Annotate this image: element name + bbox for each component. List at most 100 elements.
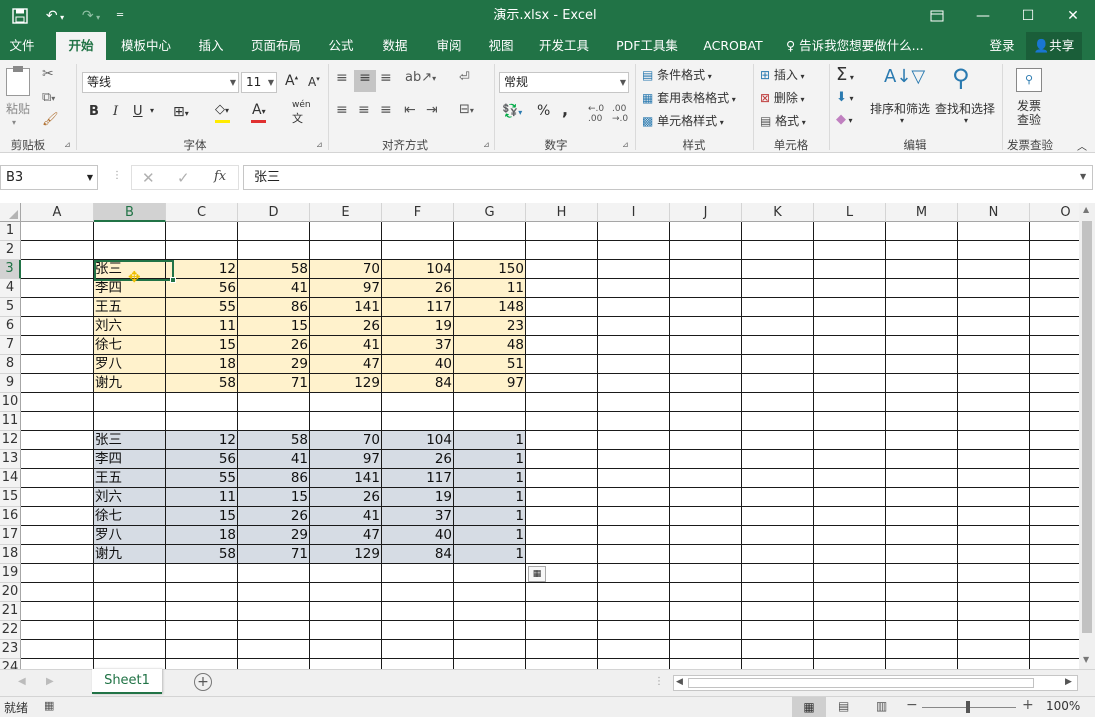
wrap-text-icon[interactable]: ⏎ [459, 70, 470, 85]
row-header-1[interactable]: 1 [0, 222, 21, 241]
cell-a23[interactable] [21, 640, 94, 659]
paste-icon[interactable] [6, 66, 30, 96]
cell-f23[interactable] [382, 640, 454, 659]
formula-input[interactable]: 张三 [243, 165, 1093, 190]
cell-b18[interactable]: 谢九 [94, 545, 166, 564]
cell-a18[interactable] [21, 545, 94, 564]
cell-c15[interactable]: 11 [166, 488, 238, 507]
align-center-icon[interactable]: ≡ [358, 102, 370, 118]
cell-l24[interactable] [814, 659, 886, 669]
invoice-check-button[interactable]: 发票 查验 [1017, 99, 1041, 127]
cell-f15[interactable]: 19 [382, 488, 454, 507]
cell-l12[interactable] [814, 431, 886, 450]
normal-view-icon[interactable]: ▦ [792, 697, 826, 717]
cell-b11[interactable] [94, 412, 166, 431]
row-header-23[interactable]: 23 [0, 640, 21, 659]
currency-icon[interactable]: 💱▾ [502, 104, 522, 119]
cell-b10[interactable] [94, 393, 166, 412]
format-as-table-button[interactable]: ▦ 套用表格格式 ▾ [642, 89, 736, 106]
cell-m19[interactable] [886, 564, 958, 583]
cell-k8[interactable] [742, 355, 814, 374]
cell-c9[interactable]: 58 [166, 374, 238, 393]
cell-h22[interactable] [526, 621, 598, 640]
cell-h15[interactable] [526, 488, 598, 507]
cell-m23[interactable] [886, 640, 958, 659]
cell-h12[interactable] [526, 431, 598, 450]
cell-n7[interactable] [958, 336, 1030, 355]
cell-d8[interactable]: 29 [238, 355, 310, 374]
cell-m13[interactable] [886, 450, 958, 469]
vertical-scrollbar[interactable]: ▲ ▼ [1079, 203, 1095, 669]
cell-i15[interactable] [598, 488, 670, 507]
cell-m18[interactable] [886, 545, 958, 564]
cell-m22[interactable] [886, 621, 958, 640]
cell-f6[interactable]: 19 [382, 317, 454, 336]
cell-b21[interactable] [94, 602, 166, 621]
cell-j20[interactable] [670, 583, 742, 602]
scroll-thumb[interactable] [1082, 221, 1092, 633]
cell-b14[interactable]: 王五 [94, 469, 166, 488]
cell-n13[interactable] [958, 450, 1030, 469]
cell-e23[interactable] [310, 640, 382, 659]
orientation-icon[interactable]: ab↗▾ [405, 70, 436, 85]
cell-b23[interactable] [94, 640, 166, 659]
cell-k1[interactable] [742, 222, 814, 241]
cell-c14[interactable]: 55 [166, 469, 238, 488]
cell-n3[interactable] [958, 260, 1030, 279]
cell-k6[interactable] [742, 317, 814, 336]
cell-j22[interactable] [670, 621, 742, 640]
cell-i2[interactable] [598, 241, 670, 260]
cell-n21[interactable] [958, 602, 1030, 621]
cell-g6[interactable]: 23 [454, 317, 526, 336]
cell-e13[interactable]: 97 [310, 450, 382, 469]
cell-k14[interactable] [742, 469, 814, 488]
cell-f22[interactable] [382, 621, 454, 640]
row-header-15[interactable]: 15 [0, 488, 21, 507]
cell-c2[interactable] [166, 241, 238, 260]
cell-j3[interactable] [670, 260, 742, 279]
cell-g20[interactable] [454, 583, 526, 602]
cell-j1[interactable] [670, 222, 742, 241]
phonetic-icon[interactable]: wén 文 [292, 100, 311, 126]
row-header-18[interactable]: 18 [0, 545, 21, 564]
cell-c18[interactable]: 58 [166, 545, 238, 564]
cell-k13[interactable] [742, 450, 814, 469]
bold-button[interactable]: B [89, 104, 99, 119]
cell-d4[interactable]: 41 [238, 279, 310, 298]
cell-j4[interactable] [670, 279, 742, 298]
cell-m15[interactable] [886, 488, 958, 507]
row-header-19[interactable]: 19 [0, 564, 21, 583]
cell-d22[interactable] [238, 621, 310, 640]
font-color-icon[interactable]: A▾ [252, 102, 266, 118]
cell-g22[interactable] [454, 621, 526, 640]
cell-c20[interactable] [166, 583, 238, 602]
cell-n1[interactable] [958, 222, 1030, 241]
cell-f14[interactable]: 117 [382, 469, 454, 488]
tab-pdf-tools[interactable]: PDF工具集 [608, 32, 686, 60]
cell-o17[interactable] [1030, 526, 1079, 545]
cell-m16[interactable] [886, 507, 958, 526]
merge-center-icon[interactable]: ⊟▾ [459, 102, 474, 117]
percent-button[interactable]: % [537, 103, 550, 119]
cell-c11[interactable] [166, 412, 238, 431]
cell-b17[interactable]: 罗八 [94, 526, 166, 545]
cell-b8[interactable]: 罗八 [94, 355, 166, 374]
macro-record-icon[interactable]: ▦ [44, 699, 54, 712]
cell-o8[interactable] [1030, 355, 1079, 374]
cell-a12[interactable] [21, 431, 94, 450]
cell-d1[interactable] [238, 222, 310, 241]
cell-d5[interactable]: 86 [238, 298, 310, 317]
cell-a21[interactable] [21, 602, 94, 621]
grow-font-icon[interactable]: A▴ [285, 73, 298, 89]
cell-g3[interactable]: 150 [454, 260, 526, 279]
cell-e22[interactable] [310, 621, 382, 640]
cell-e19[interactable] [310, 564, 382, 583]
cell-k2[interactable] [742, 241, 814, 260]
autosum-icon[interactable]: Σ ▾ [836, 64, 854, 85]
cell-f20[interactable] [382, 583, 454, 602]
cancel-icon[interactable]: ✕ [142, 169, 155, 187]
tab-home[interactable]: 开始 [56, 32, 106, 60]
cell-h7[interactable] [526, 336, 598, 355]
cell-h8[interactable] [526, 355, 598, 374]
cell-f16[interactable]: 37 [382, 507, 454, 526]
